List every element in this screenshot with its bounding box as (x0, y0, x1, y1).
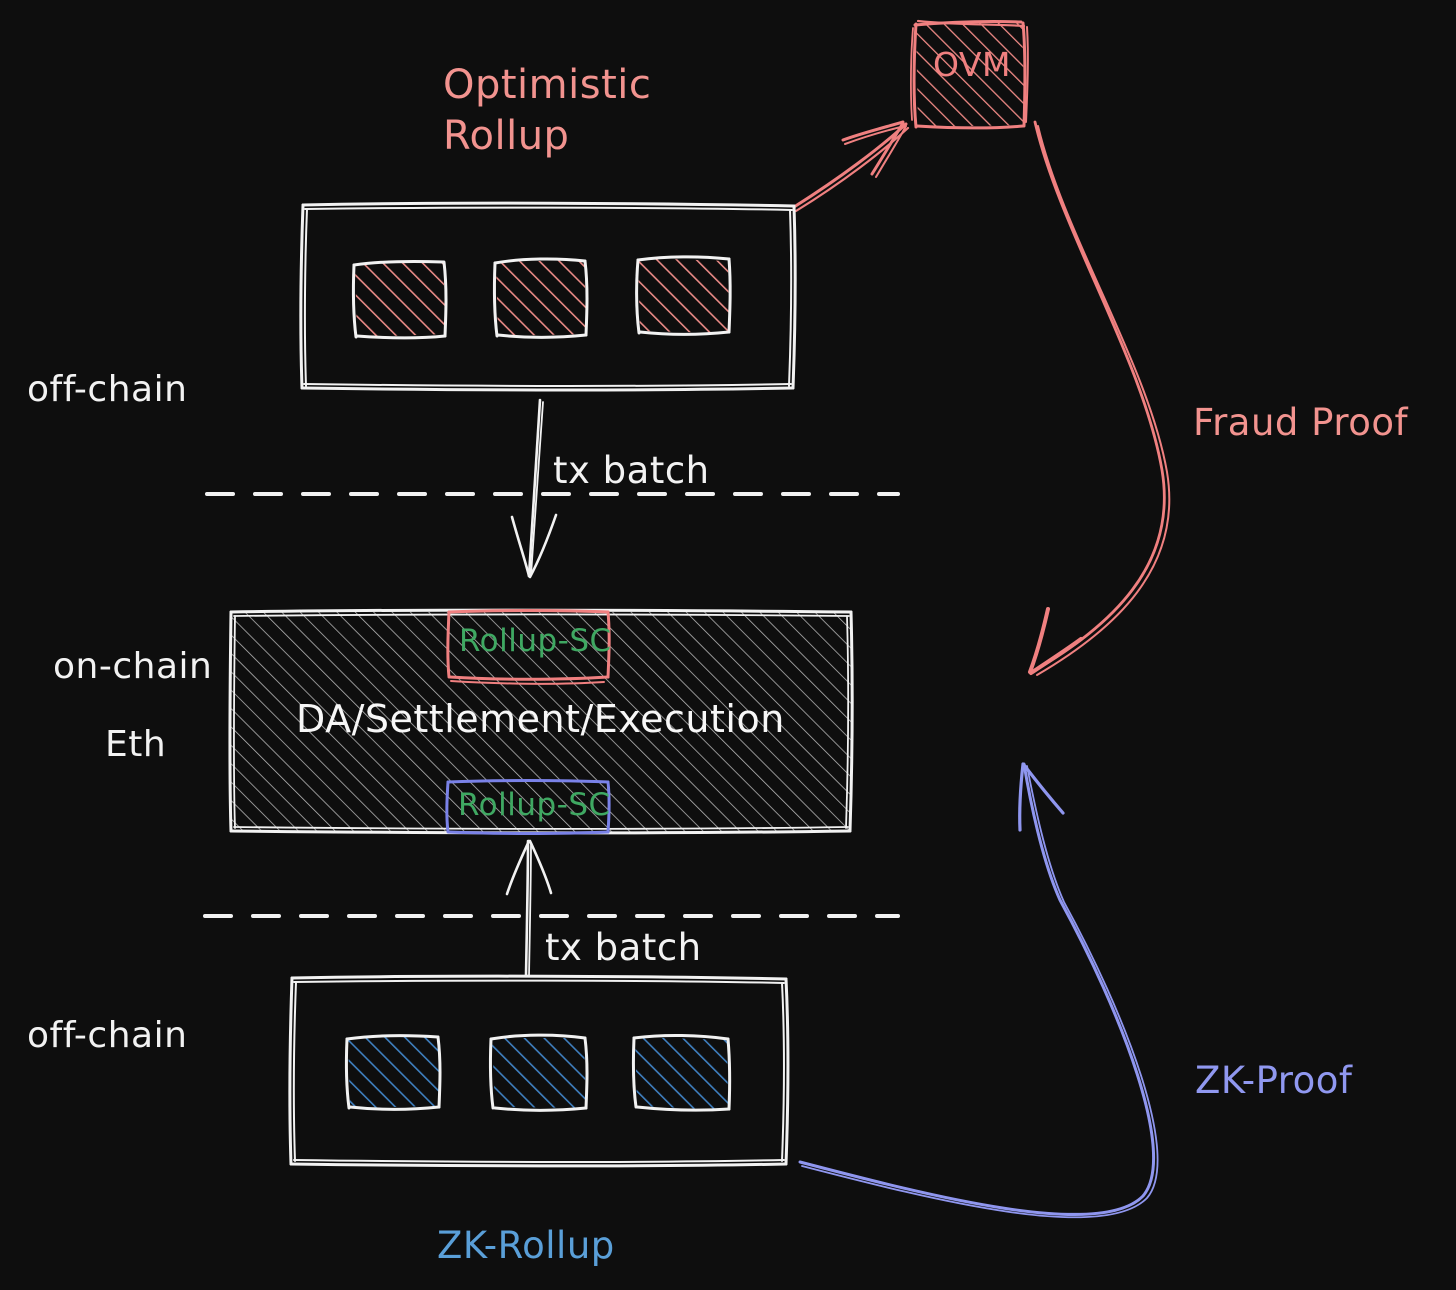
label-optimistic-rollup: Optimistic Rollup (443, 62, 652, 160)
zk-tx-block (344, 1034, 442, 1111)
zk-batch-container (288, 974, 790, 1168)
label-rollup-sc-top: Rollup-SC (459, 623, 612, 659)
label-ovm: OVM (933, 45, 1011, 84)
label-off-chain-bottom: off-chain (27, 1015, 188, 1056)
label-fraud-proof: Fraud Proof (1193, 401, 1409, 444)
optimistic-tx-block (351, 259, 448, 340)
label-off-chain-top: off-chain (27, 369, 188, 410)
arrow-optimistic-to-ovm (792, 120, 910, 213)
label-on-chain: on-chain (53, 646, 213, 687)
optimistic-batch-container (299, 201, 797, 392)
zk-tx-block (488, 1033, 589, 1112)
arrow-tx-batch-down (510, 398, 558, 579)
label-rollup-sc-bottom: Rollup-SC (458, 787, 611, 823)
label-tx-batch-top: tx batch (553, 449, 710, 492)
optimistic-tx-block (635, 255, 732, 336)
optimistic-tx-block (492, 257, 589, 339)
diagram-canvas: Optimistic Rollup OVM off-chain tx batch… (0, 0, 1456, 1290)
edge-zk-proof (798, 762, 1159, 1219)
label-zk-rollup: ZK-Rollup (437, 1224, 615, 1267)
label-tx-batch-bottom: tx batch (545, 926, 702, 969)
edge-fraud-proof (1028, 120, 1171, 676)
label-settlement-layer: DA/Settlement/Execution (296, 697, 785, 741)
label-zk-proof: ZK-Proof (1195, 1059, 1353, 1102)
label-eth: Eth (105, 724, 167, 765)
zk-tx-block (631, 1033, 732, 1112)
